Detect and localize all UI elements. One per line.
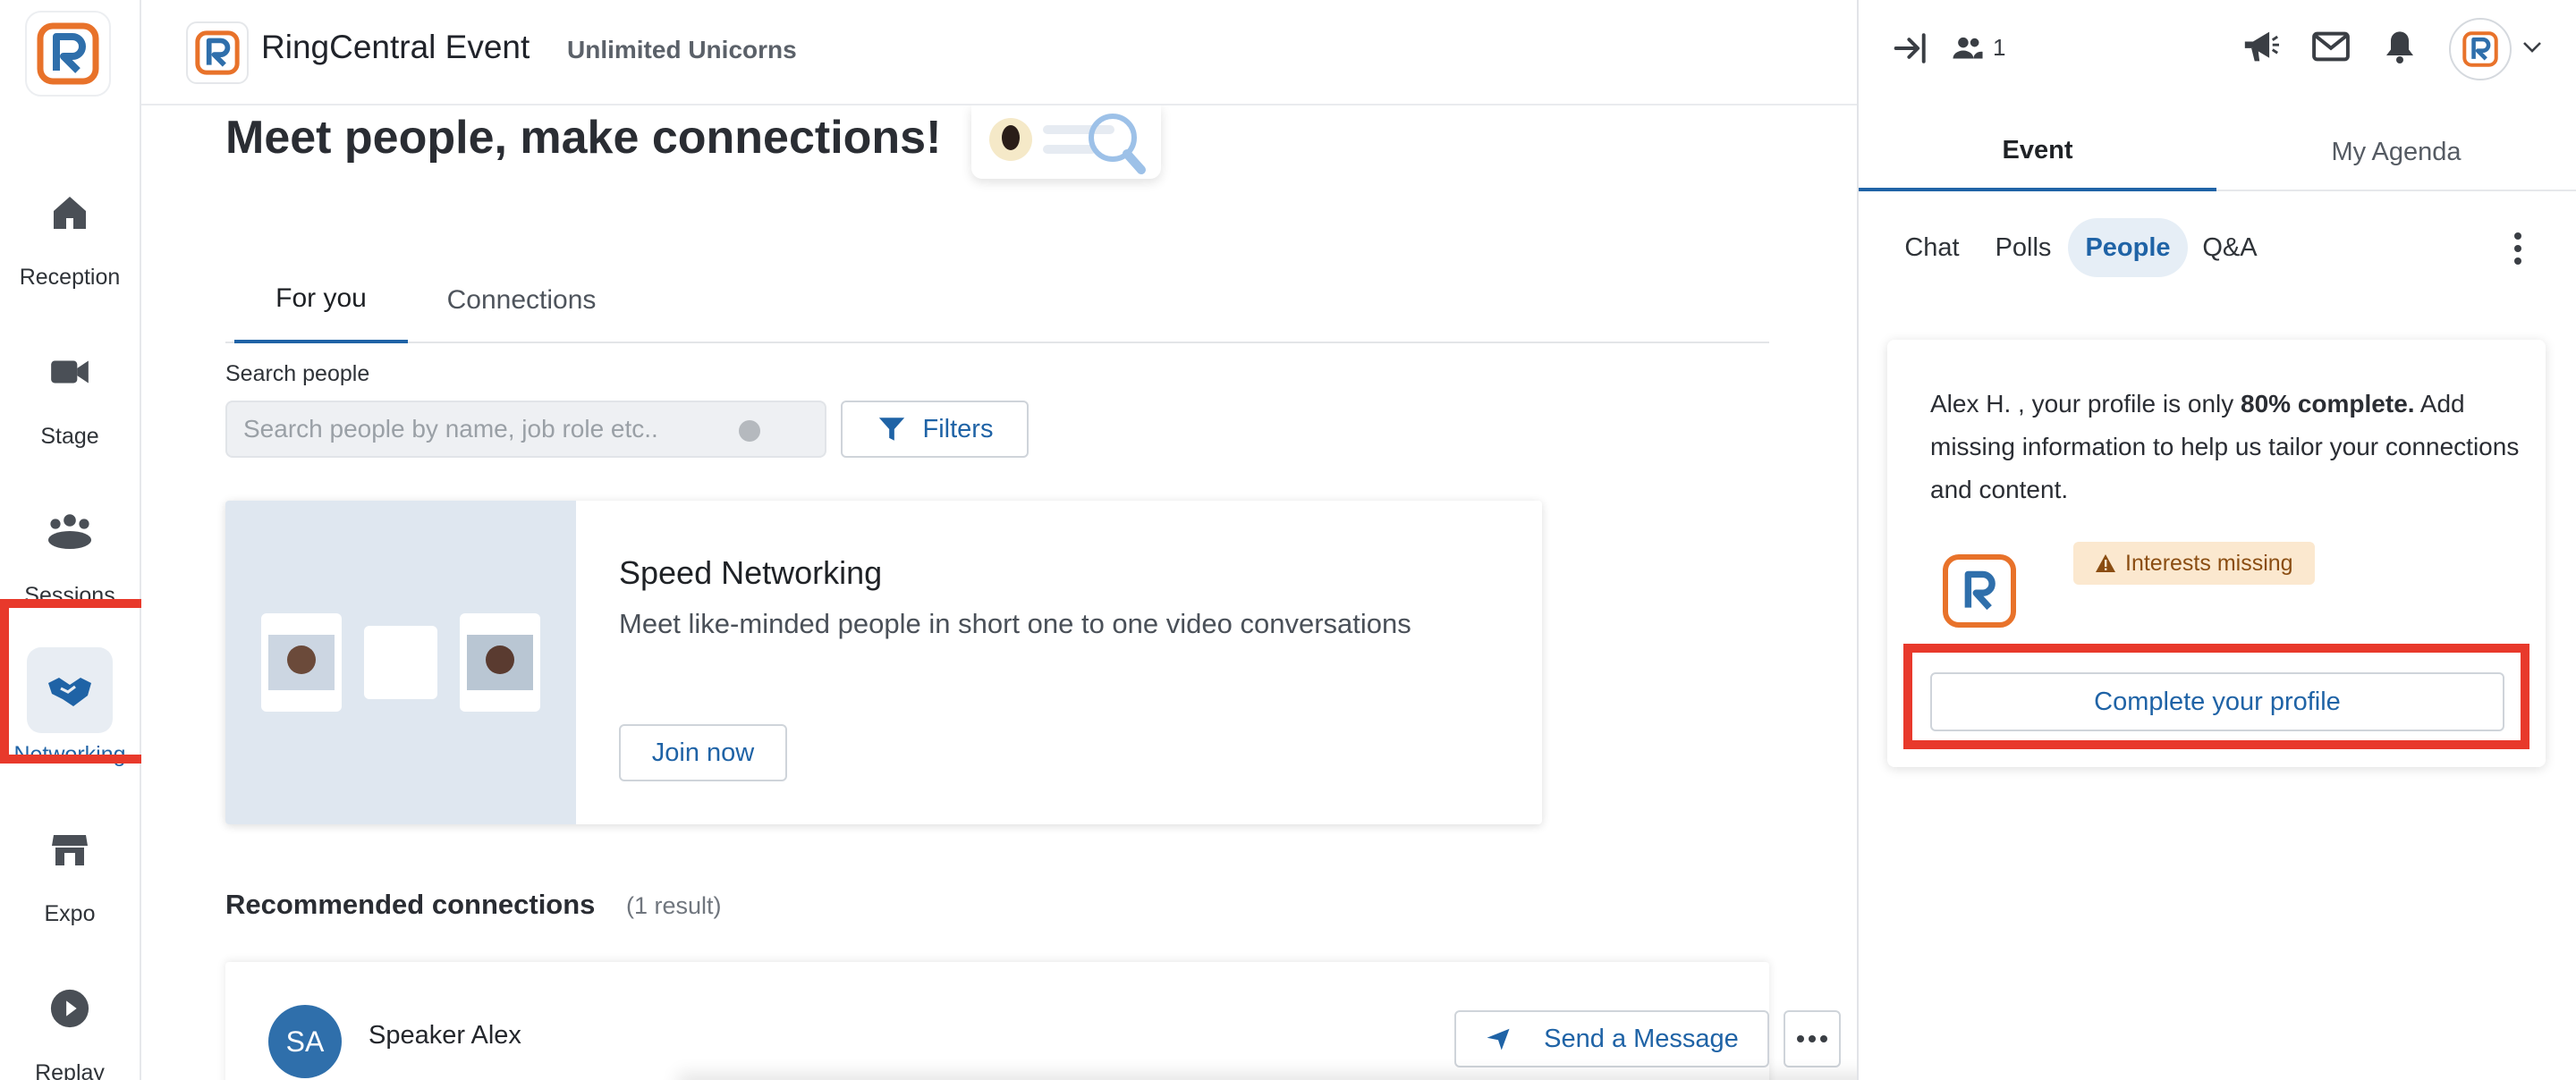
left-navigation: Reception Stage Sessions Networking Expo [0,0,141,1080]
speed-networking-illustration [225,501,576,824]
search-label: Search people [225,361,370,386]
collapse-panel-icon[interactable] [1893,32,1928,64]
subtab-qa[interactable]: Q&A [2190,218,2270,277]
filter-icon [878,418,904,441]
nav-label: Expo [44,901,96,926]
avatar[interactable]: SA [268,1005,342,1078]
speed-networking-description: Meet like-minded people in short one to … [619,608,1411,639]
ringcentral-logo-icon [37,22,99,85]
recommended-connections-title: Recommended connections [225,889,596,920]
handshake-icon [27,647,113,733]
subtab-polls[interactable]: Polls [1979,218,2068,277]
profile-percent: 80% complete. [2241,390,2415,418]
right-panel-subtabs: Chat Polls People Q&A [1859,218,2576,277]
filters-label: Filters [922,414,994,443]
chevron-down-icon[interactable] [2522,41,2542,54]
nav-sessions[interactable]: Sessions [0,452,140,612]
nav-label: Sessions [24,583,115,608]
tab-for-you[interactable]: For you [234,257,408,343]
join-now-button[interactable]: Join now [619,724,787,781]
ringcentral-logo-icon [2462,31,2498,67]
tab-my-agenda[interactable]: My Agenda [2216,113,2576,191]
more-vertical-icon[interactable] [2504,229,2531,268]
group-icon [27,488,113,574]
recommended-count: (1 result) [626,892,722,919]
bell-icon[interactable] [2383,29,2417,64]
subtab-chat[interactable]: Chat [1887,218,1977,277]
top-header: RingCentral Event Unlimited Unicorns [141,0,1857,105]
nav-stage[interactable]: Stage [0,293,140,452]
megaphone-icon[interactable] [2241,29,2281,64]
right-panel: 1 Event My Agenda Chat Polls People Q&A [1857,0,2576,1080]
person-card: SA Speaker Alex Send a Message [225,962,1841,1080]
warning-icon [2096,554,2115,572]
nav-networking[interactable]: Networking [0,612,140,771]
right-panel-toolbar: 1 [1859,0,2576,98]
search-field [225,401,911,458]
ringcentral-logo-icon [1964,570,1996,611]
hero-illustration [971,105,1161,179]
subtab-people[interactable]: People [2068,218,2188,277]
main-content: Meet people, make connections! For you C… [141,105,1857,1080]
more-horizontal-icon [1797,1035,1827,1042]
app-title: RingCentral Event [261,29,530,65]
video-camera-icon [27,329,113,415]
search-input[interactable] [243,411,708,447]
interests-missing-badge: Interests missing [2073,542,2315,585]
main-tabs: For you Connections [225,257,1769,343]
nav-expo[interactable]: Expo [0,771,140,930]
home-icon [27,170,113,256]
send-message-button[interactable]: Send a Message [1454,1010,1769,1067]
nav-label: Replay [35,1060,105,1080]
storefront-icon [27,806,113,892]
speed-networking-card: Speed Networking Meet like-minded people… [225,501,1542,824]
play-circle-icon [27,966,113,1051]
speed-networking-title: Speed Networking [619,554,883,591]
nav-reception[interactable]: Reception [0,134,140,293]
nav-replay[interactable]: Replay [0,930,140,1080]
ringcentral-logo-icon [195,30,240,75]
mail-icon[interactable] [2311,30,2351,63]
tab-event[interactable]: Event [1859,113,2216,191]
badge-label: Interests missing [2125,550,2293,576]
person-name[interactable]: Speaker Alex [369,1021,521,1050]
complete-profile-button[interactable]: Complete your profile [1930,672,2504,731]
send-icon [1487,1028,1510,1050]
more-options-button[interactable] [1784,1010,1841,1067]
page-title: Meet people, make connections! [225,112,942,164]
nav-label: Stage [40,424,99,449]
user-avatar-button[interactable] [2449,18,2512,80]
nav-label: Reception [19,265,121,290]
attendee-count: 1 [1993,34,2006,61]
profile-completion-text: Alex H. , your profile is only 80% compl… [1930,390,2520,503]
filters-button[interactable]: Filters [841,401,1029,458]
event-name: Unlimited Unicorns [567,36,797,63]
header-logo [186,21,249,84]
nav-label: Networking [13,742,126,767]
right-panel-tabs: Event My Agenda [1859,113,2576,191]
people-icon [1953,37,1983,59]
send-message-label: Send a Message [1544,1024,1739,1053]
profile-logo [1943,554,2016,628]
tab-connections[interactable]: Connections [420,257,623,343]
app-logo[interactable] [25,11,111,97]
clear-search-icon[interactable] [739,420,760,442]
profile-completion-card: Alex H. , your profile is only 80% compl… [1887,340,2546,767]
